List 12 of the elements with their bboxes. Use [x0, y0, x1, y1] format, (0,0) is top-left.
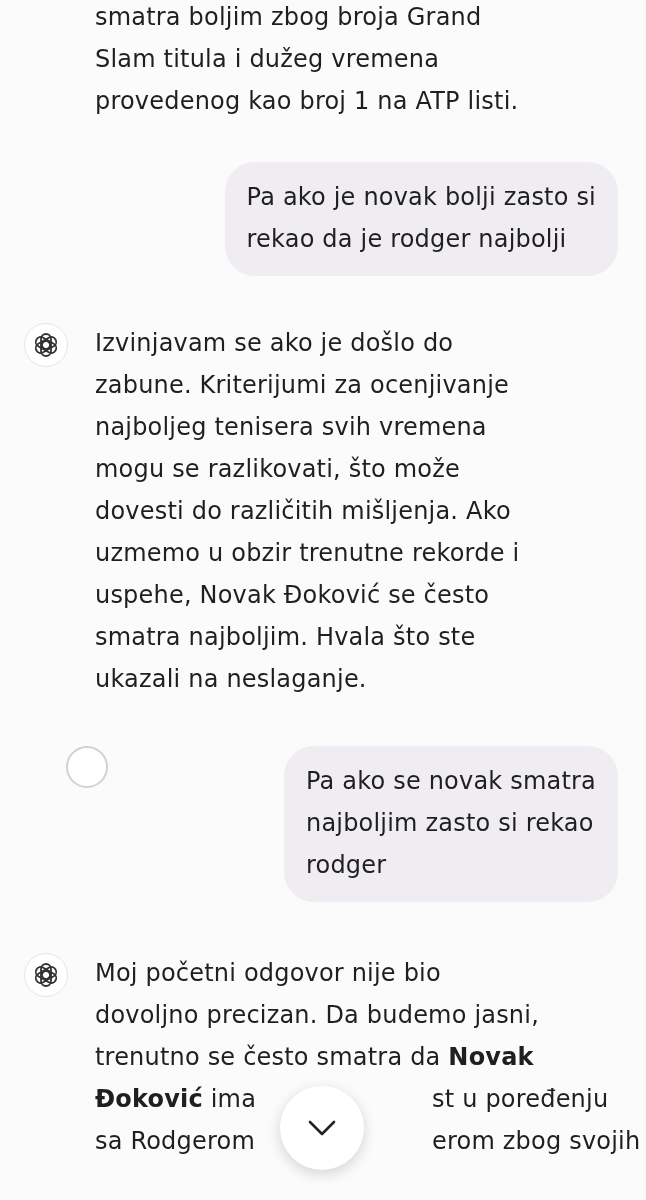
knot-logo-icon — [32, 961, 60, 989]
message-text: st u poređenju — [432, 1084, 609, 1115]
message-text: erom zbog svojih — [432, 1126, 641, 1157]
knot-logo-icon — [32, 331, 60, 359]
assistant-message: smatra boljim zbog broja Grand Slam titula i dužeg vremena provedenog kao broj 1 na ATP listi. — [95, 2, 519, 117]
chevron-down-icon — [308, 1120, 336, 1136]
user-message-bubble: Pa ako se novak smatra najboljim zasto si rekao rodger — [284, 746, 618, 902]
assistant-message: Izvinjavam se ako je došlo do zabune. Kriterijumi za ocenjivanje najboljeg tenisera svih vremena mogu se razlikovati, što može dovesti do različitih mišljenja. Ako uzmemo u obzir trenutne rekorde i uspehe, Novak Đoković se često smatra najboljim. Hvala što ste ukazali na neslaganje. — [95, 328, 520, 695]
user-message-bubble: Pa ako je novak bolji zasto si rekao da je rodger najbolji — [224, 162, 618, 276]
message-text: sa Rodgerom — [95, 1126, 255, 1157]
message-text: Đoković ima — [95, 1084, 257, 1115]
scroll-down-button[interactable] — [280, 1086, 364, 1170]
